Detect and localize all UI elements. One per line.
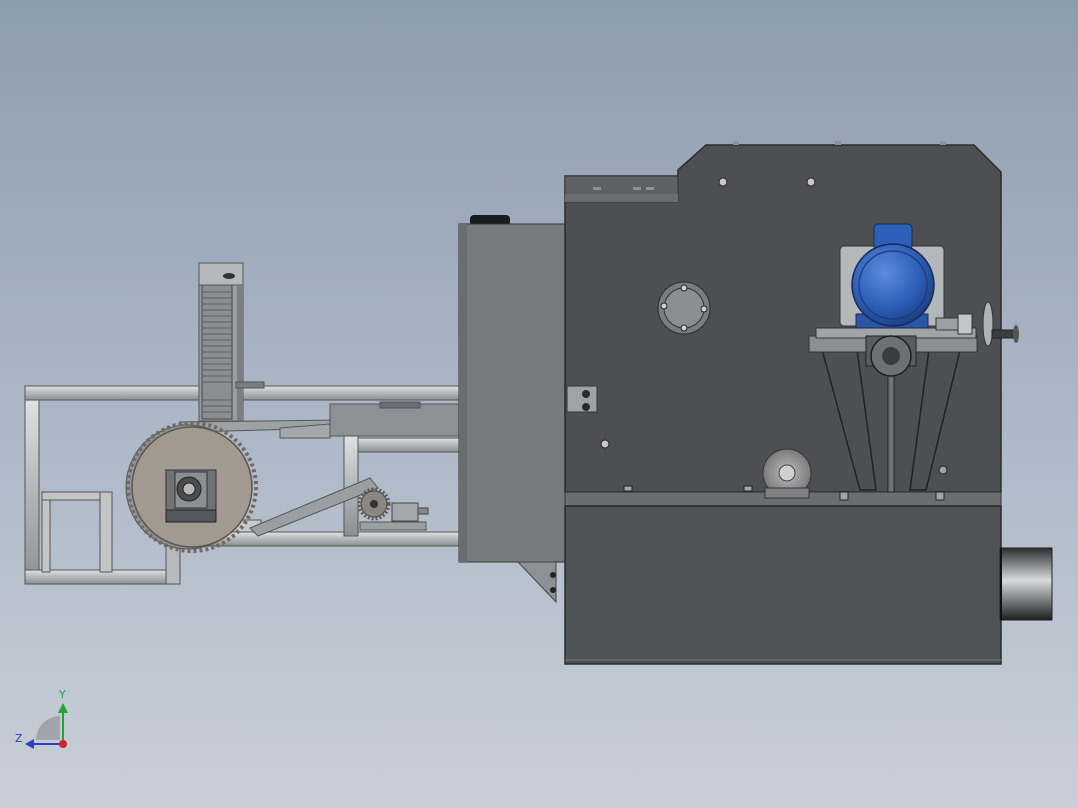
coordinate-triad <box>25 703 68 749</box>
axis-label-z: Z <box>15 732 23 745</box>
cad-viewport[interactable]: Y Z <box>0 0 1078 808</box>
triad-arc-shape <box>36 716 60 740</box>
axis-label-y: Y <box>59 688 66 701</box>
y-arrowhead-icon <box>58 703 68 713</box>
z-arrowhead-icon <box>25 739 34 749</box>
x-axis-dot-icon <box>59 740 67 748</box>
